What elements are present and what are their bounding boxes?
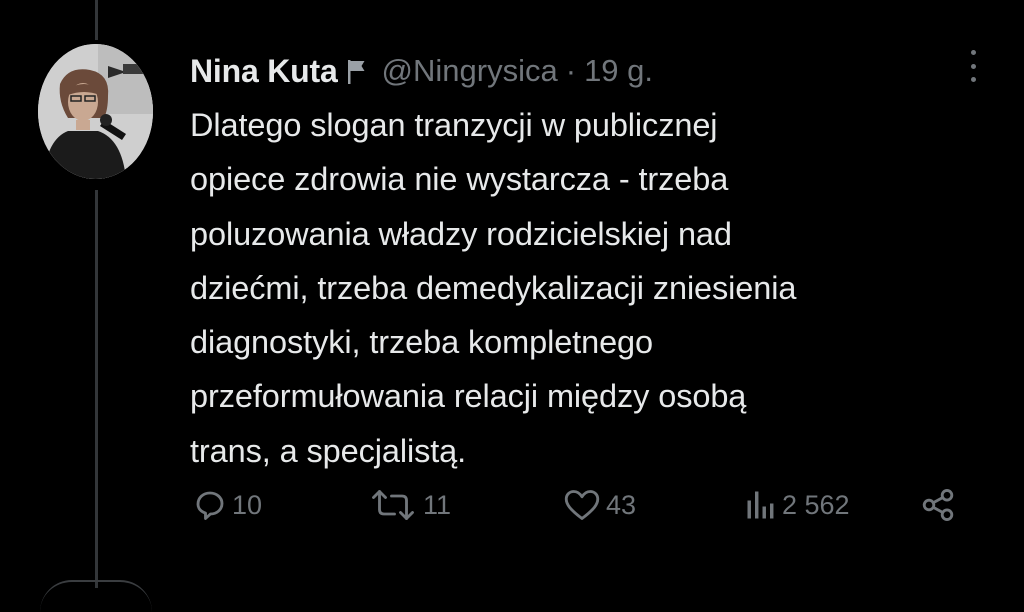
profile-photo — [38, 44, 153, 179]
author-handle[interactable]: @Ningrysica — [382, 53, 558, 89]
reply-icon — [192, 487, 228, 523]
more-dots-icon[interactable] — [960, 50, 986, 82]
share-icon — [918, 487, 958, 523]
retweet-count: 11 — [423, 489, 452, 520]
header-separator: · — [565, 53, 577, 88]
author-name[interactable]: Nina Kuta — [190, 53, 338, 90]
tweet-timestamp[interactable]: 19 g. — [584, 53, 653, 89]
retweet-icon — [367, 487, 419, 523]
tweet-actions-bar: 10 11 43 2 562 — [0, 483, 1024, 527]
retweet-button[interactable]: 11 — [367, 483, 451, 527]
next-tweet-avatar-edge — [40, 580, 152, 612]
views-count: 2 562 — [782, 489, 850, 520]
reply-count: 10 — [232, 489, 263, 520]
reply-button[interactable]: 10 — [192, 483, 262, 527]
share-button[interactable] — [918, 483, 958, 527]
tweet-text: Dlatego slogan tranzycji w publicznej op… — [190, 107, 797, 469]
like-count: 43 — [606, 489, 637, 520]
thread-line-top — [95, 0, 98, 40]
like-button[interactable]: 43 — [562, 483, 636, 527]
flag-icon — [346, 56, 368, 86]
views-icon — [744, 487, 778, 523]
avatar[interactable] — [38, 44, 153, 179]
heart-icon — [562, 487, 602, 523]
thread-line-bottom — [95, 190, 98, 588]
tweet-header: Nina Kuta @Ningrysica · 19 g. — [190, 48, 653, 94]
views-button[interactable]: 2 562 — [744, 483, 850, 527]
